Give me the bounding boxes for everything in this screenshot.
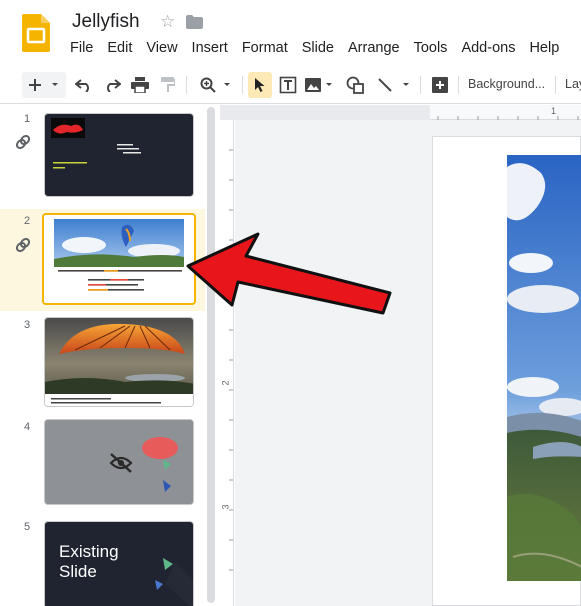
red-arrow-annotation [186,232,392,315]
google-slides-window: Jellyfish ☆ File Edit View Insert Format… [0,0,581,606]
